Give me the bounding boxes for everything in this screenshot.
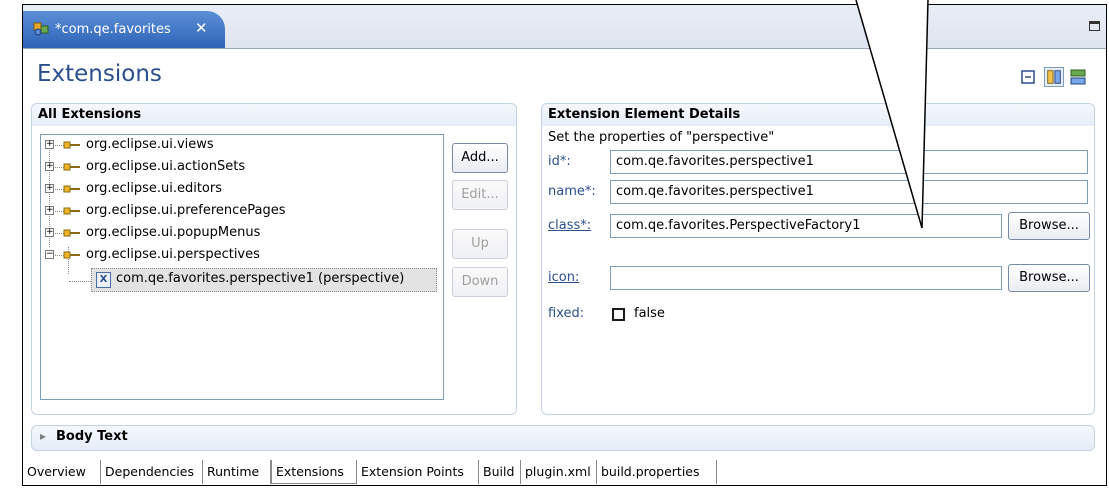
tab-overview[interactable]: Overview xyxy=(23,460,101,484)
tab-extension-points[interactable]: Extension Points xyxy=(357,460,479,484)
page-title: Extensions xyxy=(37,61,162,87)
edit-button[interactable]: Edit... xyxy=(452,180,508,210)
body-text-label: Body Text xyxy=(56,429,128,444)
collapse-toggle[interactable]: − xyxy=(45,250,54,259)
all-extensions-section: All Extensions + org.eclipse.ui.views + … xyxy=(31,103,517,415)
tab-extensions[interactable]: Extensions xyxy=(271,460,357,484)
tree-node-label: com.qe.favorites.perspective1 (perspecti… xyxy=(116,271,405,286)
editor-tab-label: *com.qe.favorites xyxy=(55,22,171,37)
expand-toggle[interactable]: + xyxy=(45,140,54,149)
tree-node[interactable]: + org.eclipse.ui.views xyxy=(45,135,435,155)
plugin-icon xyxy=(33,22,49,36)
tab-build-properties[interactable]: build.properties xyxy=(597,460,717,484)
element-x-icon: X xyxy=(96,272,111,288)
details-section: Extension Element Details Set the proper… xyxy=(541,103,1095,415)
fixed-checkbox[interactable] xyxy=(612,308,625,321)
name-field[interactable]: com.qe.favorites.perspective1 xyxy=(610,180,1088,204)
extension-plug-icon xyxy=(63,163,80,171)
body-text-section[interactable]: ▸ Body Text xyxy=(31,425,1095,451)
expand-toggle[interactable]: + xyxy=(45,162,54,171)
tree-node[interactable]: + org.eclipse.ui.preferencePages xyxy=(45,201,435,221)
fixed-label: fixed: xyxy=(548,306,585,321)
tree-node-label: org.eclipse.ui.actionSets xyxy=(86,159,246,174)
tree-node-label: org.eclipse.ui.views xyxy=(86,137,214,152)
extension-plug-icon xyxy=(63,207,80,215)
icon-link[interactable]: icon: xyxy=(548,270,579,285)
add-button[interactable]: Add... xyxy=(452,143,508,173)
details-description: Set the properties of "perspective" xyxy=(548,130,775,145)
tree-node-label: org.eclipse.ui.preferencePages xyxy=(86,203,286,218)
editor-frame: *com.qe.favorites ✕ Extensions All Exten… xyxy=(22,4,1107,486)
tree-node[interactable]: + org.eclipse.ui.popupMenus xyxy=(45,223,435,243)
expand-toggle[interactable]: + xyxy=(45,184,54,193)
all-extensions-header: All Extensions xyxy=(32,104,516,126)
fixed-value: false xyxy=(634,306,665,321)
expand-toggle[interactable]: + xyxy=(45,206,54,215)
close-icon[interactable]: ✕ xyxy=(195,19,208,37)
extension-plug-icon xyxy=(63,141,80,149)
tab-runtime[interactable]: Runtime xyxy=(203,460,271,484)
tree-node[interactable]: + org.eclipse.ui.actionSets xyxy=(45,157,435,177)
class-browse-button[interactable]: Browse... xyxy=(1008,212,1090,240)
tree-node-label: org.eclipse.ui.popupMenus xyxy=(86,225,261,240)
extension-plug-icon xyxy=(63,229,80,237)
maximize-icon[interactable] xyxy=(1089,21,1100,31)
class-field[interactable]: com.qe.favorites.PerspectiveFactory1 xyxy=(610,214,1002,238)
editor-window: *com.qe.favorites ✕ Extensions All Exten… xyxy=(22,0,1109,490)
details-header: Extension Element Details xyxy=(542,104,1094,126)
id-field[interactable]: com.qe.favorites.perspective1 xyxy=(610,150,1088,174)
extension-plug-icon xyxy=(63,185,80,193)
editor-tab[interactable]: *com.qe.favorites ✕ xyxy=(23,11,225,48)
tree-node[interactable]: − org.eclipse.ui.perspectives xyxy=(45,245,435,265)
icon-browse-button[interactable]: Browse... xyxy=(1008,264,1090,292)
horizontal-layout-icon[interactable] xyxy=(1044,67,1064,87)
tab-plugin-xml[interactable]: plugin.xml xyxy=(521,460,597,484)
tree-node-label: org.eclipse.ui.perspectives xyxy=(86,247,260,262)
collapse-all-icon[interactable] xyxy=(1018,67,1038,87)
tab-strip: *com.qe.favorites ✕ xyxy=(23,5,1106,49)
icon-field[interactable] xyxy=(610,266,1002,290)
tab-dependencies[interactable]: Dependencies xyxy=(101,460,203,484)
up-button[interactable]: Up xyxy=(452,229,508,259)
tab-build[interactable]: Build xyxy=(479,460,521,484)
id-label: id*: xyxy=(548,154,571,169)
expand-toggle[interactable]: + xyxy=(45,228,54,237)
name-label: name*: xyxy=(548,184,596,199)
tree-node-selected[interactable]: X com.qe.favorites.perspective1 (perspec… xyxy=(91,268,437,292)
tree-node[interactable]: + org.eclipse.ui.editors xyxy=(45,179,435,199)
vertical-layout-icon[interactable] xyxy=(1068,67,1088,87)
tree-node-label: org.eclipse.ui.editors xyxy=(86,181,222,196)
expand-arrow-icon[interactable]: ▸ xyxy=(40,429,46,443)
extensions-tree[interactable]: + org.eclipse.ui.views + org.eclipse.ui.… xyxy=(40,134,444,400)
down-button[interactable]: Down xyxy=(452,267,508,297)
class-link[interactable]: class*: xyxy=(548,218,591,233)
extension-plug-icon xyxy=(63,251,80,259)
